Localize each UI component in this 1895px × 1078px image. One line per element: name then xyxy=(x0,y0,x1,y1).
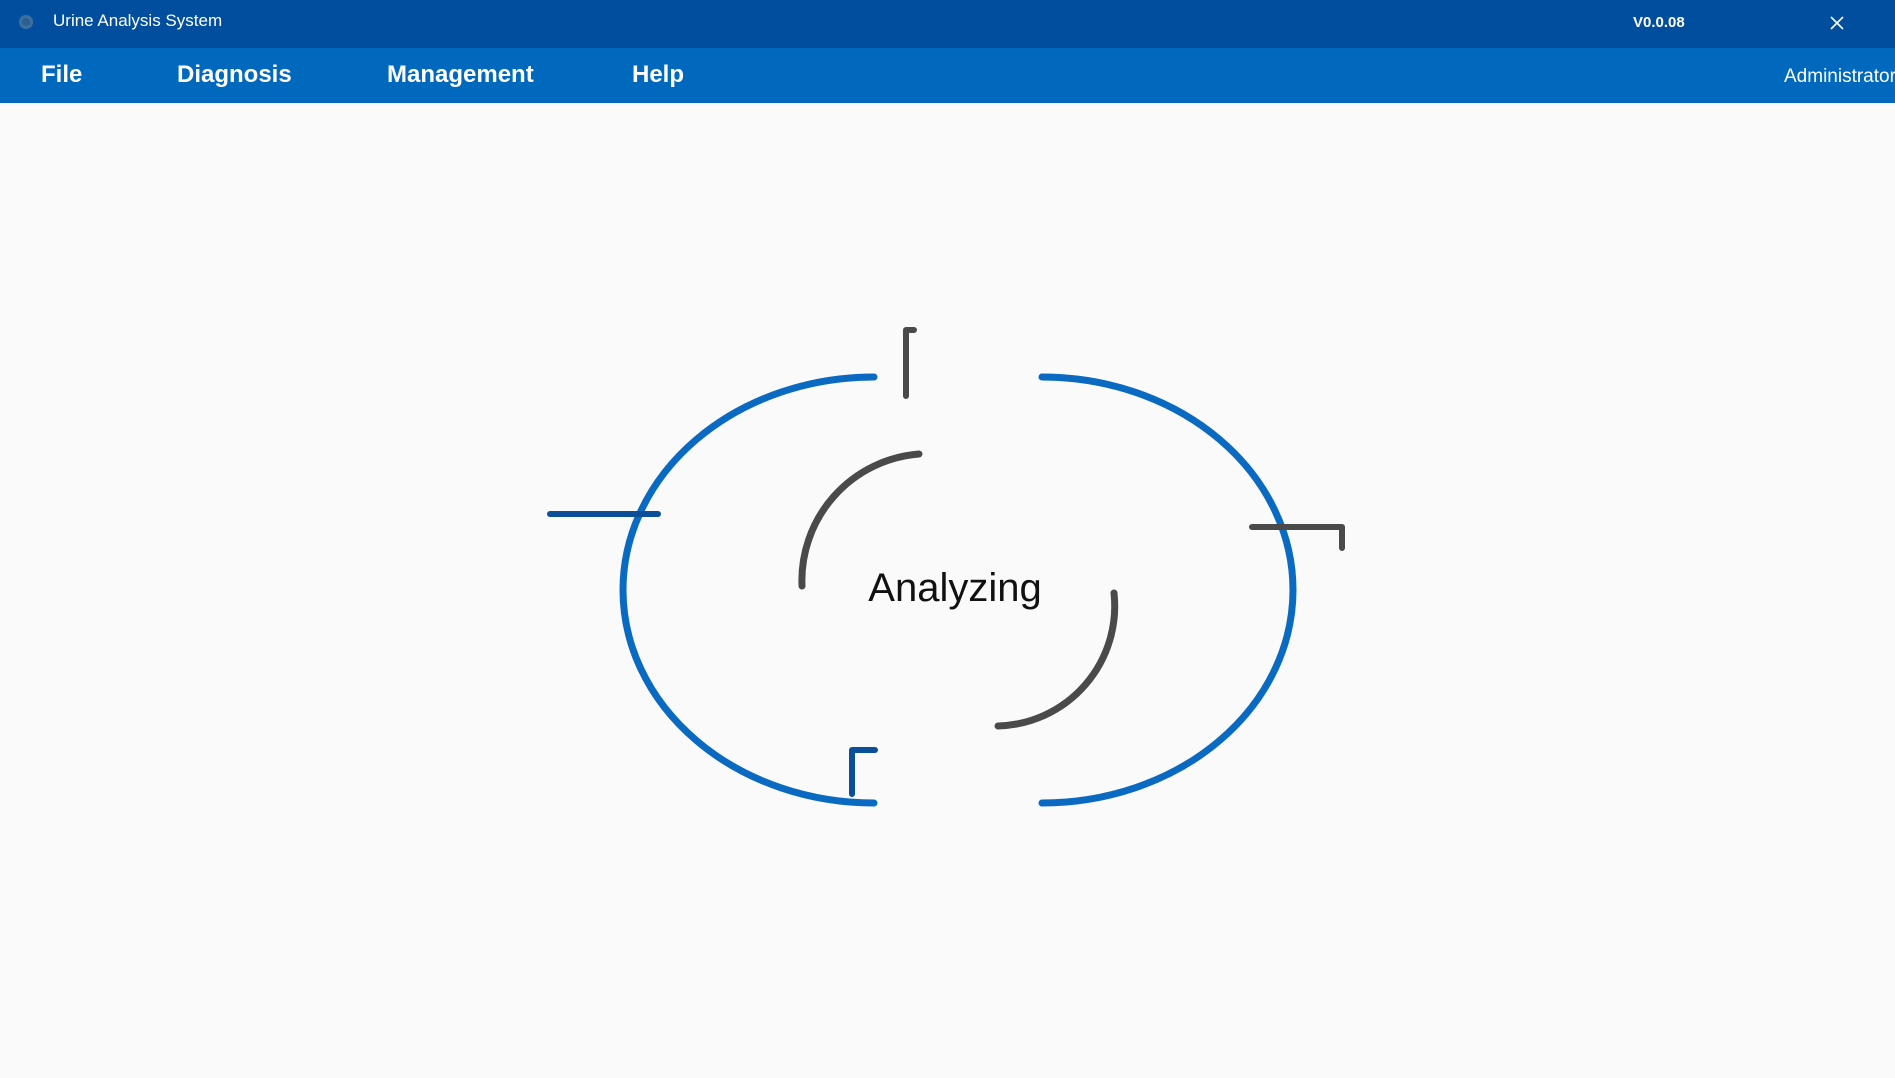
spinner-outer-arc-left xyxy=(619,373,878,807)
close-button[interactable] xyxy=(1826,12,1848,34)
spinner-tick-top xyxy=(903,327,917,399)
menu-file[interactable]: File xyxy=(41,61,82,89)
spinner-tick-bottom xyxy=(849,747,878,797)
app-icon xyxy=(19,15,33,29)
menu-diagnosis[interactable]: Diagnosis xyxy=(177,61,292,89)
spinner-inner-arc-bottom xyxy=(994,589,1119,730)
menu-help[interactable]: Help xyxy=(632,61,684,89)
close-icon xyxy=(1830,16,1844,30)
analyzing-status-text: Analyzing xyxy=(868,566,1042,610)
window-title: Urine Analysis System xyxy=(53,11,223,30)
spinner-tick-right xyxy=(1249,524,1345,551)
version-label: V0.0.08 xyxy=(1633,14,1685,31)
current-user-label[interactable]: Administrator xyxy=(1784,66,1895,88)
menu-management[interactable]: Management xyxy=(387,61,534,89)
spinner-outer-arc-right xyxy=(1038,373,1297,807)
title-bar: Urine Analysis System V0.0.08 xyxy=(0,0,1895,48)
menu-bar: File Diagnosis Management Help Administr… xyxy=(0,48,1895,103)
